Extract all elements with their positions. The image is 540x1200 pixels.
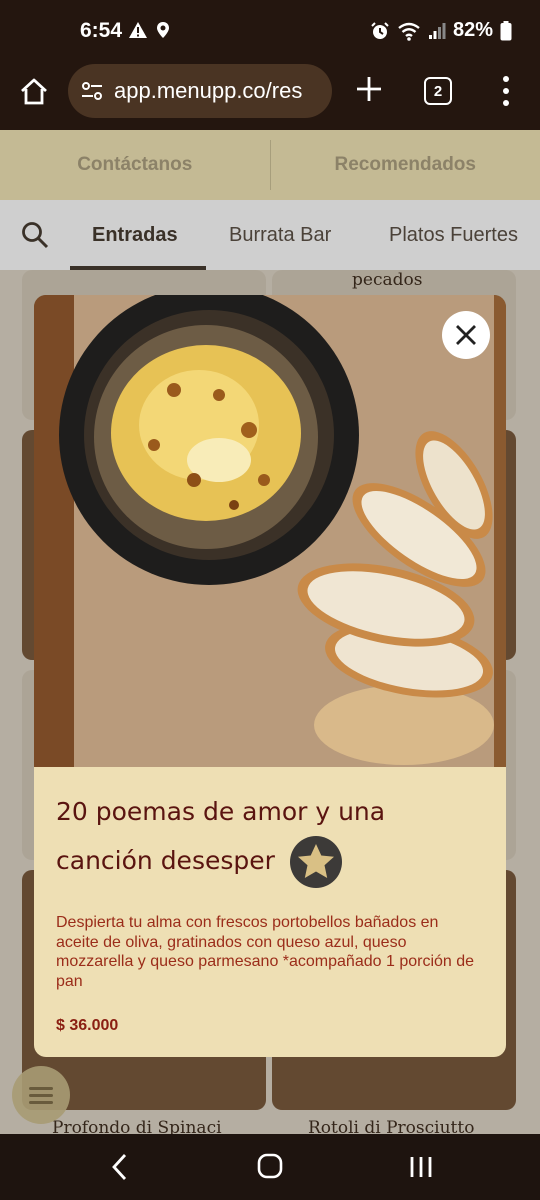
url-text: app.menupp.co/res [114, 78, 303, 103]
android-nav-bar [0, 1134, 540, 1200]
back-icon[interactable] [108, 1152, 132, 1182]
top-nav: Contáctanos Recomendados [0, 130, 540, 200]
floating-menu-button[interactable] [12, 1066, 70, 1124]
address-bar[interactable]: app.menupp.co/res [68, 64, 332, 118]
tab-burrata-bar[interactable]: Burrata Bar [229, 224, 331, 247]
recents-icon[interactable] [408, 1154, 434, 1180]
star-badge-icon [289, 836, 342, 888]
dish-price: $ 36.000 [56, 1017, 119, 1034]
tab-entradas[interactable]: Entradas [92, 224, 178, 247]
tab-platos-fuertes[interactable]: Platos Fuertes [389, 224, 518, 247]
menu-page: Contáctanos Recomendados Entradas Burrat… [0, 130, 540, 1134]
alert-icon [129, 22, 147, 38]
signal-icon [428, 22, 446, 39]
close-icon [456, 325, 476, 345]
dish-photo [34, 295, 506, 767]
close-button[interactable] [442, 311, 490, 359]
category-bar: Entradas Burrata Bar Platos Fuertes [0, 200, 540, 270]
nav-recomendados[interactable]: Recomendados [271, 154, 540, 176]
dish-detail-modal: 20 poemas de amor y una canción desesper… [34, 295, 506, 1057]
home-nav-icon[interactable] [256, 1152, 284, 1180]
status-time: 6:54 [80, 19, 123, 42]
home-icon[interactable] [18, 76, 50, 108]
battery-percent: 82% [452, 19, 493, 41]
more-options-icon[interactable] [496, 76, 516, 106]
location-icon [157, 22, 169, 38]
wifi-icon [398, 22, 420, 41]
new-tab-icon[interactable] [352, 72, 386, 106]
search-icon[interactable] [20, 220, 50, 250]
status-bar: 6:54 82% [0, 0, 540, 62]
dish-description: Despierta tu alma con frescos portobello… [56, 914, 475, 990]
site-settings-icon[interactable] [80, 79, 104, 103]
tab-switcher-button[interactable]: 2 [424, 77, 452, 105]
battery-icon [500, 20, 512, 40]
alarm-icon [371, 21, 389, 39]
dish-info: 20 poemas de amor y una canción desesper… [34, 767, 506, 1057]
browser-toolbar: app.menupp.co/res 2 [0, 62, 540, 130]
nav-contactanos[interactable]: Contáctanos [0, 154, 270, 176]
